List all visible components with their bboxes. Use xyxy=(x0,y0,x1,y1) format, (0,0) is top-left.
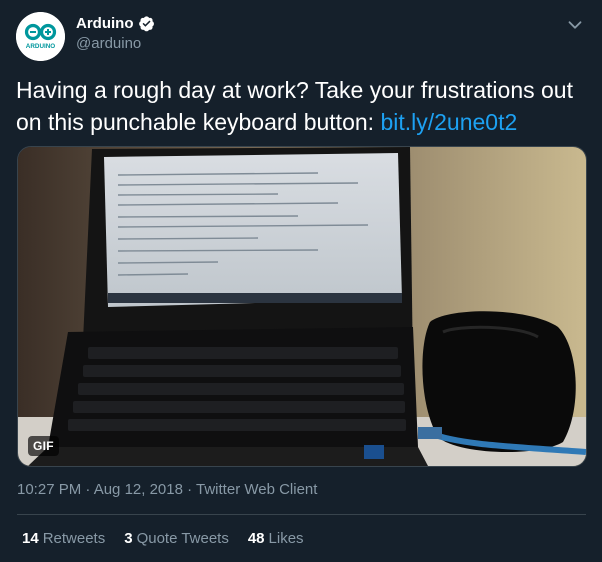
gif-media[interactable]: GIF xyxy=(17,146,587,467)
tweet-header: ARDUINO Arduino @arduino xyxy=(16,12,586,62)
avatar-logo-text: ARDUINO xyxy=(26,43,55,50)
verified-badge-icon xyxy=(138,16,154,32)
quote-tweets-count: 3 xyxy=(124,530,133,547)
divider xyxy=(17,514,586,515)
likes-stat[interactable]: 48 Likes xyxy=(248,530,304,547)
quote-tweets-stat[interactable]: 3 Quote Tweets xyxy=(124,530,229,547)
likes-count: 48 xyxy=(247,530,265,547)
gif-badge: GIF xyxy=(28,436,59,456)
tweet-stats: 14 Retweets 3 Quote Tweets 48 Likes xyxy=(22,530,304,547)
handle[interactable]: @arduino xyxy=(76,35,155,52)
tweet-timestamp[interactable]: 10:27 PM · Aug 12, 2018 · Twitter Web Cl… xyxy=(17,481,317,498)
likes-label: Likes xyxy=(268,530,304,547)
chevron-down-icon[interactable] xyxy=(564,14,586,36)
retweets-label: Retweets xyxy=(42,530,106,547)
retweets-stat[interactable]: 14 Retweets xyxy=(22,530,105,547)
retweets-count: 14 xyxy=(22,530,39,547)
tweet-text: Having a rough day at work? Take your fr… xyxy=(16,74,586,138)
author-names: Arduino @arduino xyxy=(76,15,155,52)
quote-tweets-label: Quote Tweets xyxy=(136,530,229,547)
avatar[interactable]: ARDUINO xyxy=(16,12,65,61)
display-name[interactable]: Arduino xyxy=(76,15,134,32)
gif-frame-image xyxy=(18,147,586,466)
tweet-link[interactable]: bit.ly/2une0t2 xyxy=(380,109,517,135)
